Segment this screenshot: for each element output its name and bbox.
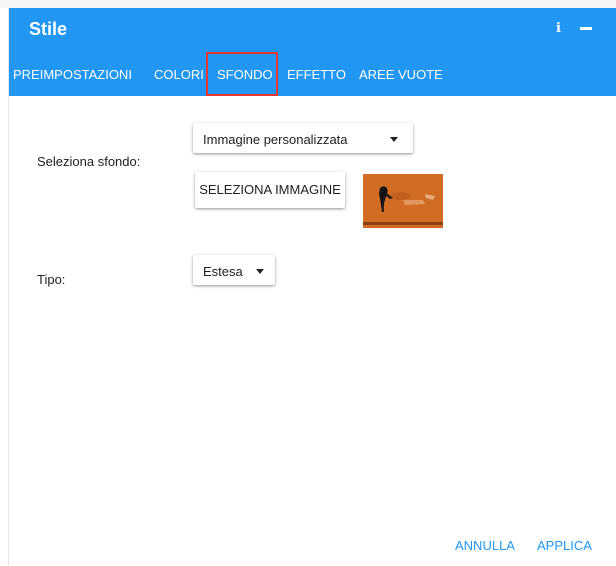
- chevron-down-icon: [390, 137, 398, 142]
- image-thumbnail[interactable]: [363, 174, 443, 228]
- tab-aree-vuote[interactable]: Aree vuote: [359, 62, 443, 88]
- type-select[interactable]: Estesa: [193, 255, 275, 285]
- background-select-value: Immagine personalizzata: [203, 132, 348, 147]
- info-icon[interactable]: i: [556, 22, 561, 36]
- type-select-value: Estesa: [203, 264, 243, 279]
- tab-preimpostazioni[interactable]: Preimpostazioni: [13, 62, 132, 88]
- dialog-header: Stile i Preimpostazioni Colori Sfondo Ef…: [9, 8, 616, 96]
- tab-sfondo[interactable]: Sfondo: [217, 62, 273, 88]
- select-image-button[interactable]: Seleziona immagine: [195, 172, 345, 208]
- style-dialog: Stile i Preimpostazioni Colori Sfondo Ef…: [8, 8, 616, 566]
- tab-colori[interactable]: Colori: [154, 62, 204, 88]
- chevron-down-icon: [256, 269, 264, 274]
- minimize-icon[interactable]: [580, 27, 592, 30]
- apply-button[interactable]: Applica: [537, 538, 592, 553]
- type-select-label: Tipo:: [37, 272, 66, 287]
- cancel-button[interactable]: Annulla: [455, 538, 515, 553]
- dialog-title: Stile: [29, 19, 68, 39]
- tab-effetto[interactable]: Effetto: [287, 62, 346, 88]
- window-top-strip: [0, 0, 616, 8]
- background-select[interactable]: Immagine personalizzata: [193, 123, 413, 153]
- background-select-label: Seleziona sfondo:: [37, 154, 141, 169]
